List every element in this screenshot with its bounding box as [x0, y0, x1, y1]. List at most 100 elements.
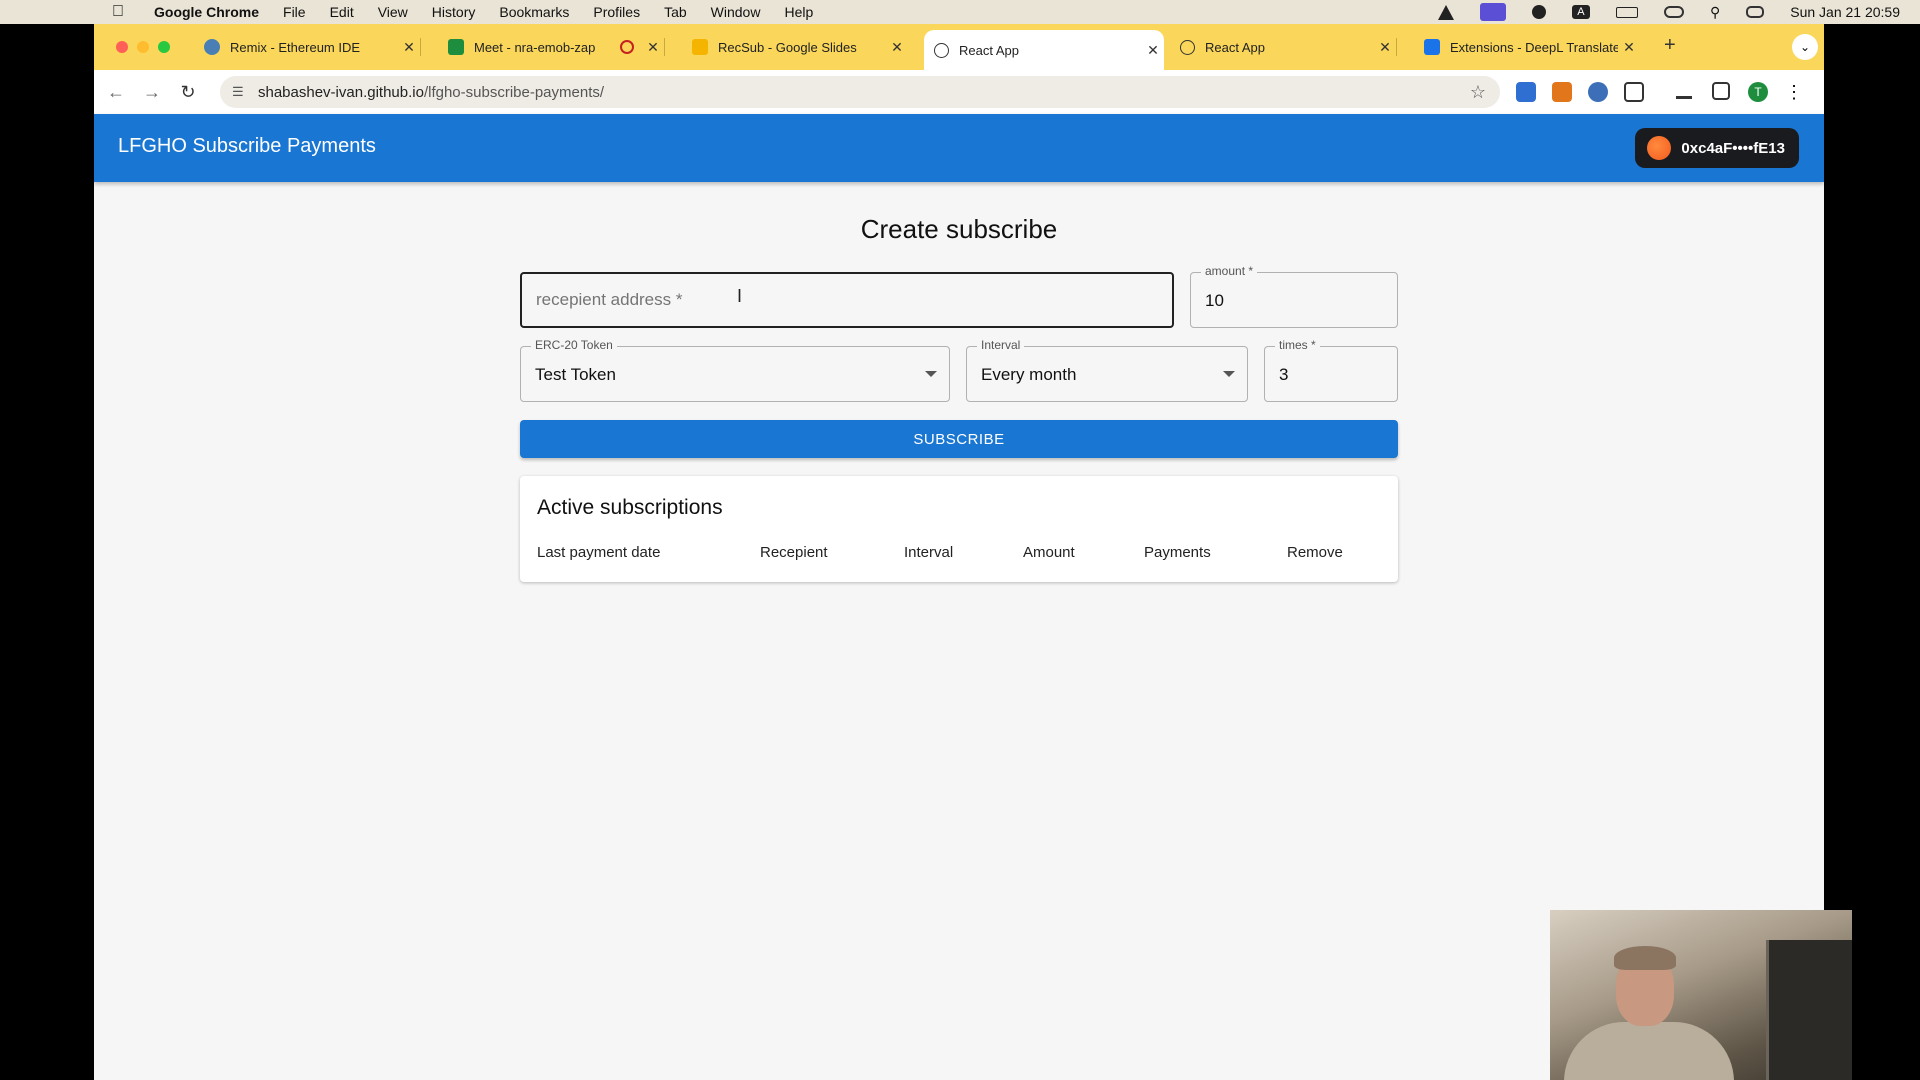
menu-file[interactable]: File [283, 4, 306, 20]
download-icon[interactable] [1676, 82, 1692, 99]
link-icon[interactable] [1663, 6, 1684, 18]
webcam-overlay [1550, 910, 1852, 1080]
menu-window[interactable]: Window [711, 4, 761, 20]
interval-value[interactable]: Every month [981, 365, 1076, 385]
active-subscriptions-card: Active subscriptions Last payment date R… [520, 476, 1398, 582]
form-title: Create subscribe [860, 214, 1058, 244]
new-tab-icon[interactable]: + [1664, 34, 1676, 57]
amount-field[interactable]: amount * 10 [1190, 264, 1398, 328]
bookmark-star-icon[interactable]: ☆ [1470, 82, 1486, 103]
wallet-address: 0xc4aF••••fE13 [1681, 139, 1785, 157]
tab-separator [664, 38, 665, 56]
menu-history[interactable]: History [432, 4, 476, 20]
address-bar[interactable]: ☰ shabashev-ivan.github.io/lfgho-subscri… [220, 76, 1500, 108]
forward-icon[interactable]: → [134, 82, 170, 103]
tab-react-app[interactable]: React App ✕ [1170, 30, 1397, 64]
extension-translate-icon[interactable] [1516, 82, 1536, 102]
close-window-button[interactable] [116, 41, 128, 53]
recording-indicator-icon [620, 40, 634, 54]
tab-google-slides[interactable]: RecSub - Google Slides ✕ [682, 30, 908, 64]
menu-bar:  Google Chrome File Edit View History B… [0, 0, 1920, 24]
tab-title: React App [1205, 39, 1265, 55]
menu-help[interactable]: Help [784, 4, 813, 20]
spotlight-search-icon[interactable]: ⚲ [1710, 4, 1720, 21]
apple-icon[interactable]:  [112, 3, 132, 21]
browser-toolbar: ← → ↻ ☰ shabashev-ivan.github.io/lfgho-s… [94, 70, 1824, 114]
menu-bookmarks[interactable]: Bookmarks [499, 4, 569, 20]
token-value[interactable]: Test Token [535, 365, 616, 385]
menu-tab[interactable]: Tab [664, 4, 687, 20]
close-tab-icon[interactable]: ✕ [1374, 39, 1396, 56]
chrome-menu-icon[interactable]: ⋮ [1784, 82, 1804, 102]
puzzle-icon [1424, 39, 1440, 55]
close-tab-icon[interactable]: ✕ [1618, 39, 1640, 56]
url-host: shabashev-ivan.github.io [258, 83, 424, 101]
subscribe-button[interactable]: SUBSCRIBE [520, 420, 1398, 458]
close-tab-icon[interactable]: ✕ [398, 39, 420, 56]
menu-profiles[interactable]: Profiles [593, 4, 640, 20]
control-center-icon[interactable] [1746, 6, 1765, 18]
tab-title: Extensions - DeepL Translate [1450, 39, 1618, 55]
times-field[interactable]: times * 3 [1264, 338, 1398, 402]
side-panel-icon[interactable] [1712, 82, 1730, 100]
browser-window: Remix - Ethereum IDE ✕ Meet - nra-emob-z… [94, 24, 1824, 114]
profile-avatar[interactable]: T [1748, 82, 1768, 102]
status-app-icon[interactable] [1531, 5, 1546, 19]
amount-value[interactable]: 10 [1205, 291, 1224, 311]
recipient-address-input[interactable] [522, 274, 1172, 326]
maximize-window-button[interactable] [158, 41, 170, 53]
reload-icon[interactable]: ↻ [170, 82, 206, 103]
column-payments: Payments [1144, 544, 1211, 561]
column-interval: Interval [904, 544, 954, 561]
site-settings-icon[interactable]: ☰ [232, 84, 248, 100]
tab-remix[interactable]: Remix - Ethereum IDE ✕ [194, 30, 421, 64]
minimize-window-button[interactable] [137, 41, 149, 53]
window-controls [116, 41, 170, 53]
meet-icon [448, 39, 464, 55]
menu-view[interactable]: View [378, 4, 408, 20]
wallet-button[interactable]: 0xc4aF••••fE13 [1635, 128, 1799, 168]
tab-react-app-active[interactable]: React App ✕ [924, 30, 1164, 70]
metamask-fox-icon[interactable] [1552, 82, 1572, 102]
screen-share-icon[interactable] [1479, 3, 1506, 21]
tab-search-chevron-icon[interactable]: ⌄ [1792, 34, 1818, 60]
remix-icon [204, 39, 220, 55]
clock[interactable]: Sun Jan 21 20:59 [1790, 4, 1900, 20]
react-icon [1180, 39, 1195, 55]
close-tab-icon[interactable]: ✕ [1142, 42, 1164, 59]
menu-app-name[interactable]: Google Chrome [154, 4, 259, 20]
text-cursor-icon: I [737, 286, 743, 306]
input-source-icon[interactable]: A [1571, 5, 1590, 19]
menu-edit[interactable]: Edit [330, 4, 354, 20]
presenter-hair [1614, 946, 1676, 970]
recipient-address-field[interactable] [520, 272, 1174, 328]
tab-separator [1396, 38, 1397, 56]
tab-title: RecSub - Google Slides [718, 39, 857, 55]
back-icon[interactable]: ← [98, 82, 134, 103]
tab-meet[interactable]: Meet - nra-emob-zap ✕ [438, 30, 665, 64]
interval-label: Interval [977, 338, 1025, 352]
extensions-puzzle-icon[interactable] [1624, 82, 1644, 102]
app-title: LFGHO Subscribe Payments [118, 135, 376, 157]
url-path: /lfgho-subscribe-payments/ [423, 83, 605, 101]
erc20-token-select[interactable]: ERC-20 Token Test Token [520, 338, 950, 402]
close-tab-icon[interactable]: ✕ [642, 39, 664, 56]
times-label: times * [1275, 338, 1320, 352]
close-tab-icon[interactable]: ✕ [886, 39, 908, 56]
dropdown-arrow-icon[interactable] [1223, 371, 1235, 377]
app-header: LFGHO Subscribe Payments 0xc4aF••••fE13 [94, 114, 1824, 182]
tab-title: Meet - nra-emob-zap [474, 39, 596, 55]
slides-icon [692, 39, 708, 55]
column-amount: Amount [1023, 544, 1075, 561]
subscriptions-title: Active subscriptions [537, 496, 723, 519]
times-value[interactable]: 3 [1279, 365, 1288, 385]
tab-title: Remix - Ethereum IDE [230, 39, 361, 55]
dropdown-arrow-icon[interactable] [925, 371, 937, 377]
column-remove: Remove [1287, 544, 1343, 561]
extension-badge-icon[interactable] [1588, 82, 1608, 102]
tab-extensions[interactable]: Extensions - DeepL Translate ✕ [1414, 30, 1640, 64]
amount-label: amount * [1201, 264, 1258, 278]
interval-select[interactable]: Interval Every month [966, 338, 1248, 402]
battery-icon[interactable] [1615, 6, 1638, 18]
vlc-icon[interactable] [1437, 4, 1454, 20]
